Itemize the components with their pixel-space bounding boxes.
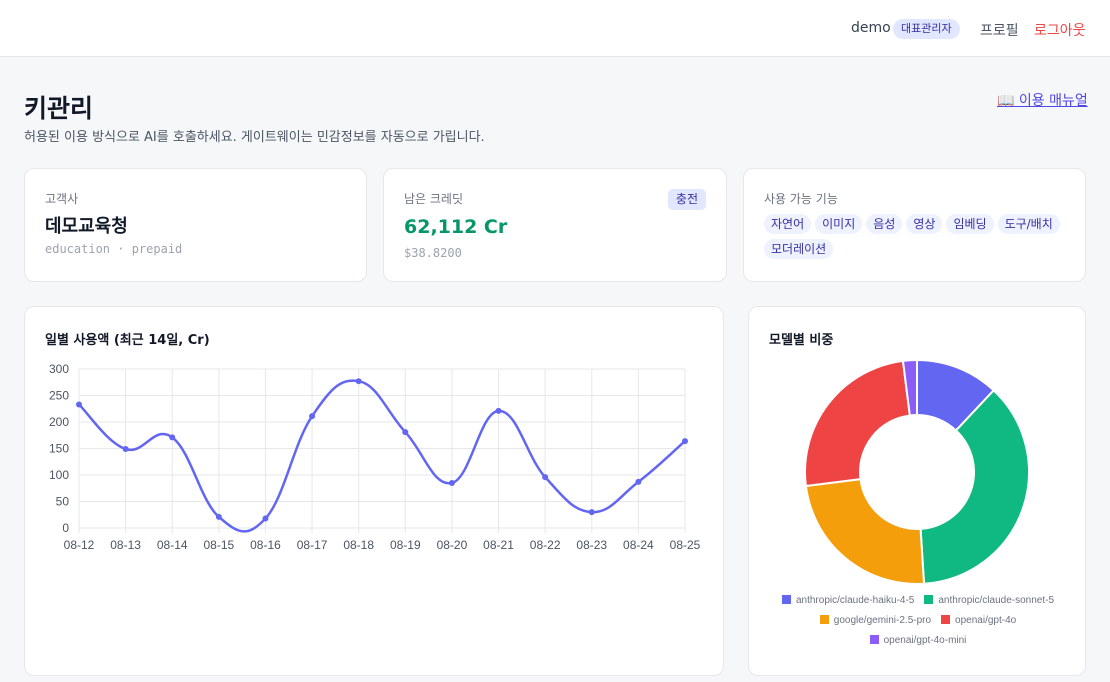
data-point [122,446,129,453]
x-tick-label: 08-16 [250,538,281,552]
y-tick-label: 100 [49,468,69,482]
y-tick-label: 200 [49,415,69,429]
data-point [542,474,549,481]
legend-item: anthropic/claude-sonnet-5 [924,591,1054,611]
legend-label: anthropic/claude-haiku-4-5 [795,595,915,606]
model-share-card: 모델별 비중 anthropic/claude-haiku-4-5 anthrop… [748,306,1086,676]
customer-name: 데모교육청 [45,216,128,237]
page-title: 키관리 [24,94,94,123]
feature-chip: 도구/배치 [997,214,1060,234]
y-tick-label: 0 [62,521,69,535]
x-tick-label: 08-21 [483,538,514,552]
y-tick-label: 50 [56,495,70,509]
data-point [76,401,82,408]
feature-chip: 모더레이션 [764,239,834,259]
y-tick-label: 150 [49,442,69,456]
x-tick-label: 08-15 [203,538,234,552]
top-bar: demo 대표관리자 프로필 로그아웃 [0,0,1110,57]
data-point [635,478,642,485]
legend-label: openai/gpt-4o-mini [883,635,967,646]
data-point [402,429,409,436]
credit-label: 남은 크레딧 [404,192,464,206]
feature-chip: 음성 [866,214,903,234]
feature-chip: 영상 [906,214,943,234]
legend-swatch [781,595,791,604]
logout-link[interactable]: 로그아웃 [1034,20,1086,40]
legend-swatch [924,595,934,604]
customer-card: 고객사 데모교육청 education · prepaid [24,168,367,282]
x-tick-label: 08-18 [343,538,374,552]
pie-slice [804,478,926,585]
data-point [215,513,222,520]
legend-label: anthropic/claude-sonnet-5 [938,595,1055,606]
x-tick-label: 08-20 [437,538,468,552]
feature-chip-list: 자연어 이미지 음성 영상 임베딩 도구/배치모더레이션 [764,213,1064,263]
credit-usd: $38.8200 [404,246,462,260]
data-point [262,515,269,522]
x-tick-label: 08-12 [64,538,95,552]
pie-slice [804,359,911,488]
role-badge: 대표관리자 [893,19,960,39]
customer-label: 고객사 [45,192,79,206]
legend-label: google/gemini-2.5-pro [833,615,932,626]
manual-link[interactable]: 📖 이용 매뉴얼 [997,90,1088,110]
feature-chip: 이미지 [815,214,863,234]
legend-swatch [869,635,879,644]
pie-legend: anthropic/claude-haiku-4-5 anthropic/clau… [767,591,1069,651]
daily-usage-chart: 0 50 100 150 200 250 300 08-12 08-13 08-14 08-15 08… [49,362,701,552]
x-tick-label: 08-14 [157,538,188,552]
page-subtitle: 허용된 이용 방식으로 AI를 호출하세요. 게이트웨이는 민감정보를 자동으로… [24,130,485,145]
legend-item: anthropic/claude-haiku-4-5 [781,591,915,611]
x-tick-label: 08-13 [110,538,141,552]
profile-link[interactable]: 프로필 [980,20,1019,40]
feature-chip: 자연어 [764,214,812,234]
x-tick-label: 08-23 [576,538,607,552]
data-point [448,479,455,486]
legend-item: google/gemini-2.5-pro [819,611,932,631]
data-point [682,438,688,445]
features-label: 사용 가능 기능 [764,192,838,206]
y-tick-label: 300 [49,362,69,376]
charge-button[interactable]: 충전 [667,189,706,210]
credit-card: 남은 크레딧 충전 62,112 Cr $38.8200 [383,168,727,282]
data-point [169,434,176,441]
feature-chip: 임베딩 [946,214,994,234]
x-tick-label: 08-17 [297,538,328,552]
x-tick-label: 08-19 [390,538,421,552]
data-point [495,407,502,414]
legend-label: openai/gpt-4o [955,615,1017,626]
data-point [588,509,595,516]
credit-value: 62,112 Cr [404,216,508,238]
x-tick-label: 08-25 [670,538,701,552]
x-tick-label: 08-24 [623,538,654,552]
customer-meta: education · prepaid [45,242,183,256]
daily-usage-card: 일별 사용액 (최근 14일, Cr) 0 50 100 150 200 250 300 08… [24,306,724,676]
legend-item: openai/gpt-4o [941,611,1016,631]
legend-swatch [819,615,829,624]
user-name: demo [851,20,891,36]
data-point [355,378,362,385]
x-tick-label: 08-22 [530,538,561,552]
usage-line [78,379,686,533]
y-tick-label: 250 [49,389,69,403]
model-share-chart [804,358,1030,585]
legend-swatch [941,615,951,624]
legend-item: openai/gpt-4o-mini [869,631,967,651]
data-point [309,413,316,420]
features-card: 사용 가능 기능 자연어 이미지 음성 영상 임베딩 도구/배치모더레이션 [743,168,1086,282]
